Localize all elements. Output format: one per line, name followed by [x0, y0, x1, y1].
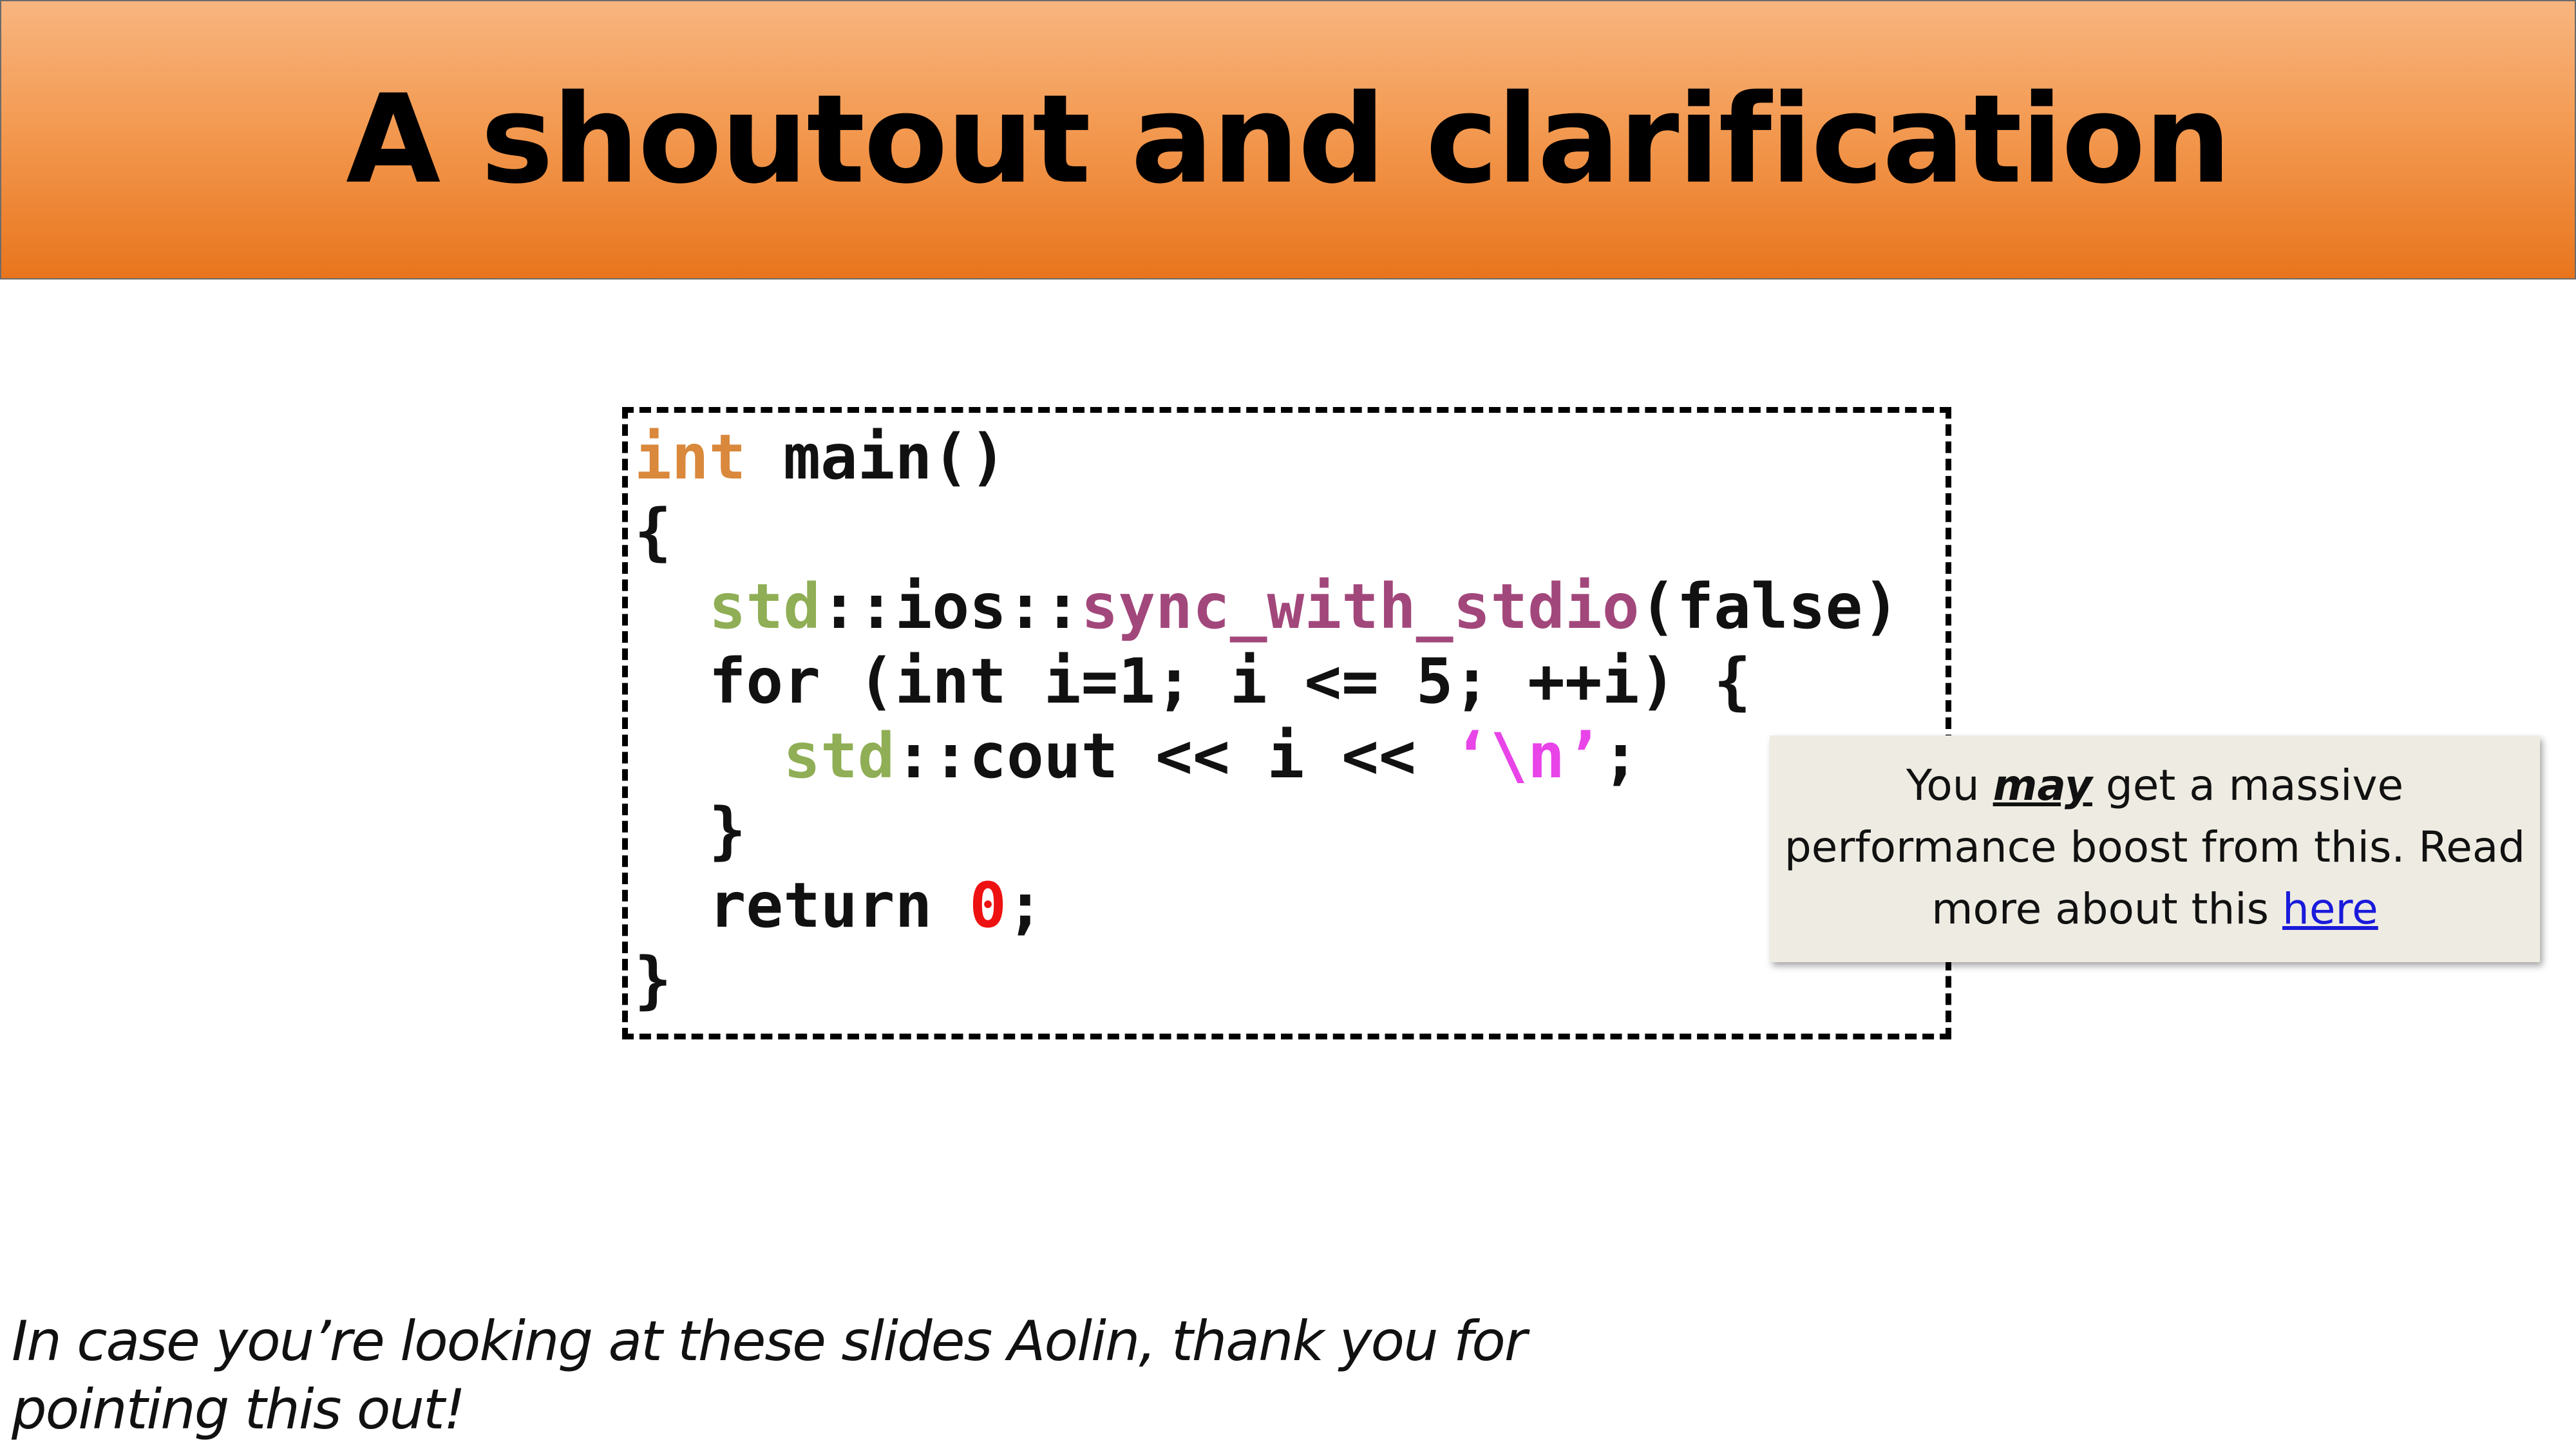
callout-text-middle: get a massive performance boost from thi… [1784, 761, 2526, 934]
code-line: } [634, 793, 1900, 868]
code-token: (false) [1639, 571, 1900, 643]
code-line: std::cout << i << ‘\n’; [634, 719, 1900, 793]
callout-text-prefix: You [1906, 761, 1993, 810]
code-line: } [634, 943, 1900, 1018]
code-token: ; [1006, 869, 1044, 942]
callout-note: You may get a massive performance boost … [1770, 735, 2540, 962]
code-line: std::ios::sync_with_stdio(false) [634, 569, 1900, 644]
code-token: { [634, 496, 672, 568]
code-token: std [783, 720, 895, 792]
footnote-text: In case you’re looking at these slides A… [12, 1309, 1527, 1442]
code-line: { [634, 495, 1900, 569]
code-token: } [634, 795, 746, 867]
code-block: int main(){ std::ios::sync_with_stdio(fa… [634, 420, 1900, 1018]
code-line: for (int i=1; i <= 5; ++i) { [634, 644, 1900, 719]
code-token: ; [1602, 720, 1640, 792]
slide-header: A shoutout and clarification [0, 0, 2576, 279]
code-line: return 0; [634, 868, 1900, 943]
code-token: ::ios:: [820, 571, 1081, 643]
code-token: sync_with_stdio [1081, 571, 1640, 643]
code-token: return [634, 869, 970, 942]
slide-title: A shoutout and clarification [346, 68, 2231, 211]
code-token: ::cout << i << [895, 720, 1454, 792]
code-token: int [634, 421, 746, 493]
code-token: main() [746, 421, 1007, 493]
code-token: std [708, 571, 820, 643]
code-line: int main() [634, 420, 1900, 495]
callout-emphasis: may [1993, 761, 2092, 810]
code-token: 0 [969, 869, 1007, 942]
code-token: } [634, 944, 672, 1016]
callout-link-here[interactable]: here [2282, 884, 2378, 934]
code-token: for (int i=1; i <= 5; ++i) { [634, 645, 1751, 717]
code-token: ‘\n’ [1453, 720, 1602, 792]
